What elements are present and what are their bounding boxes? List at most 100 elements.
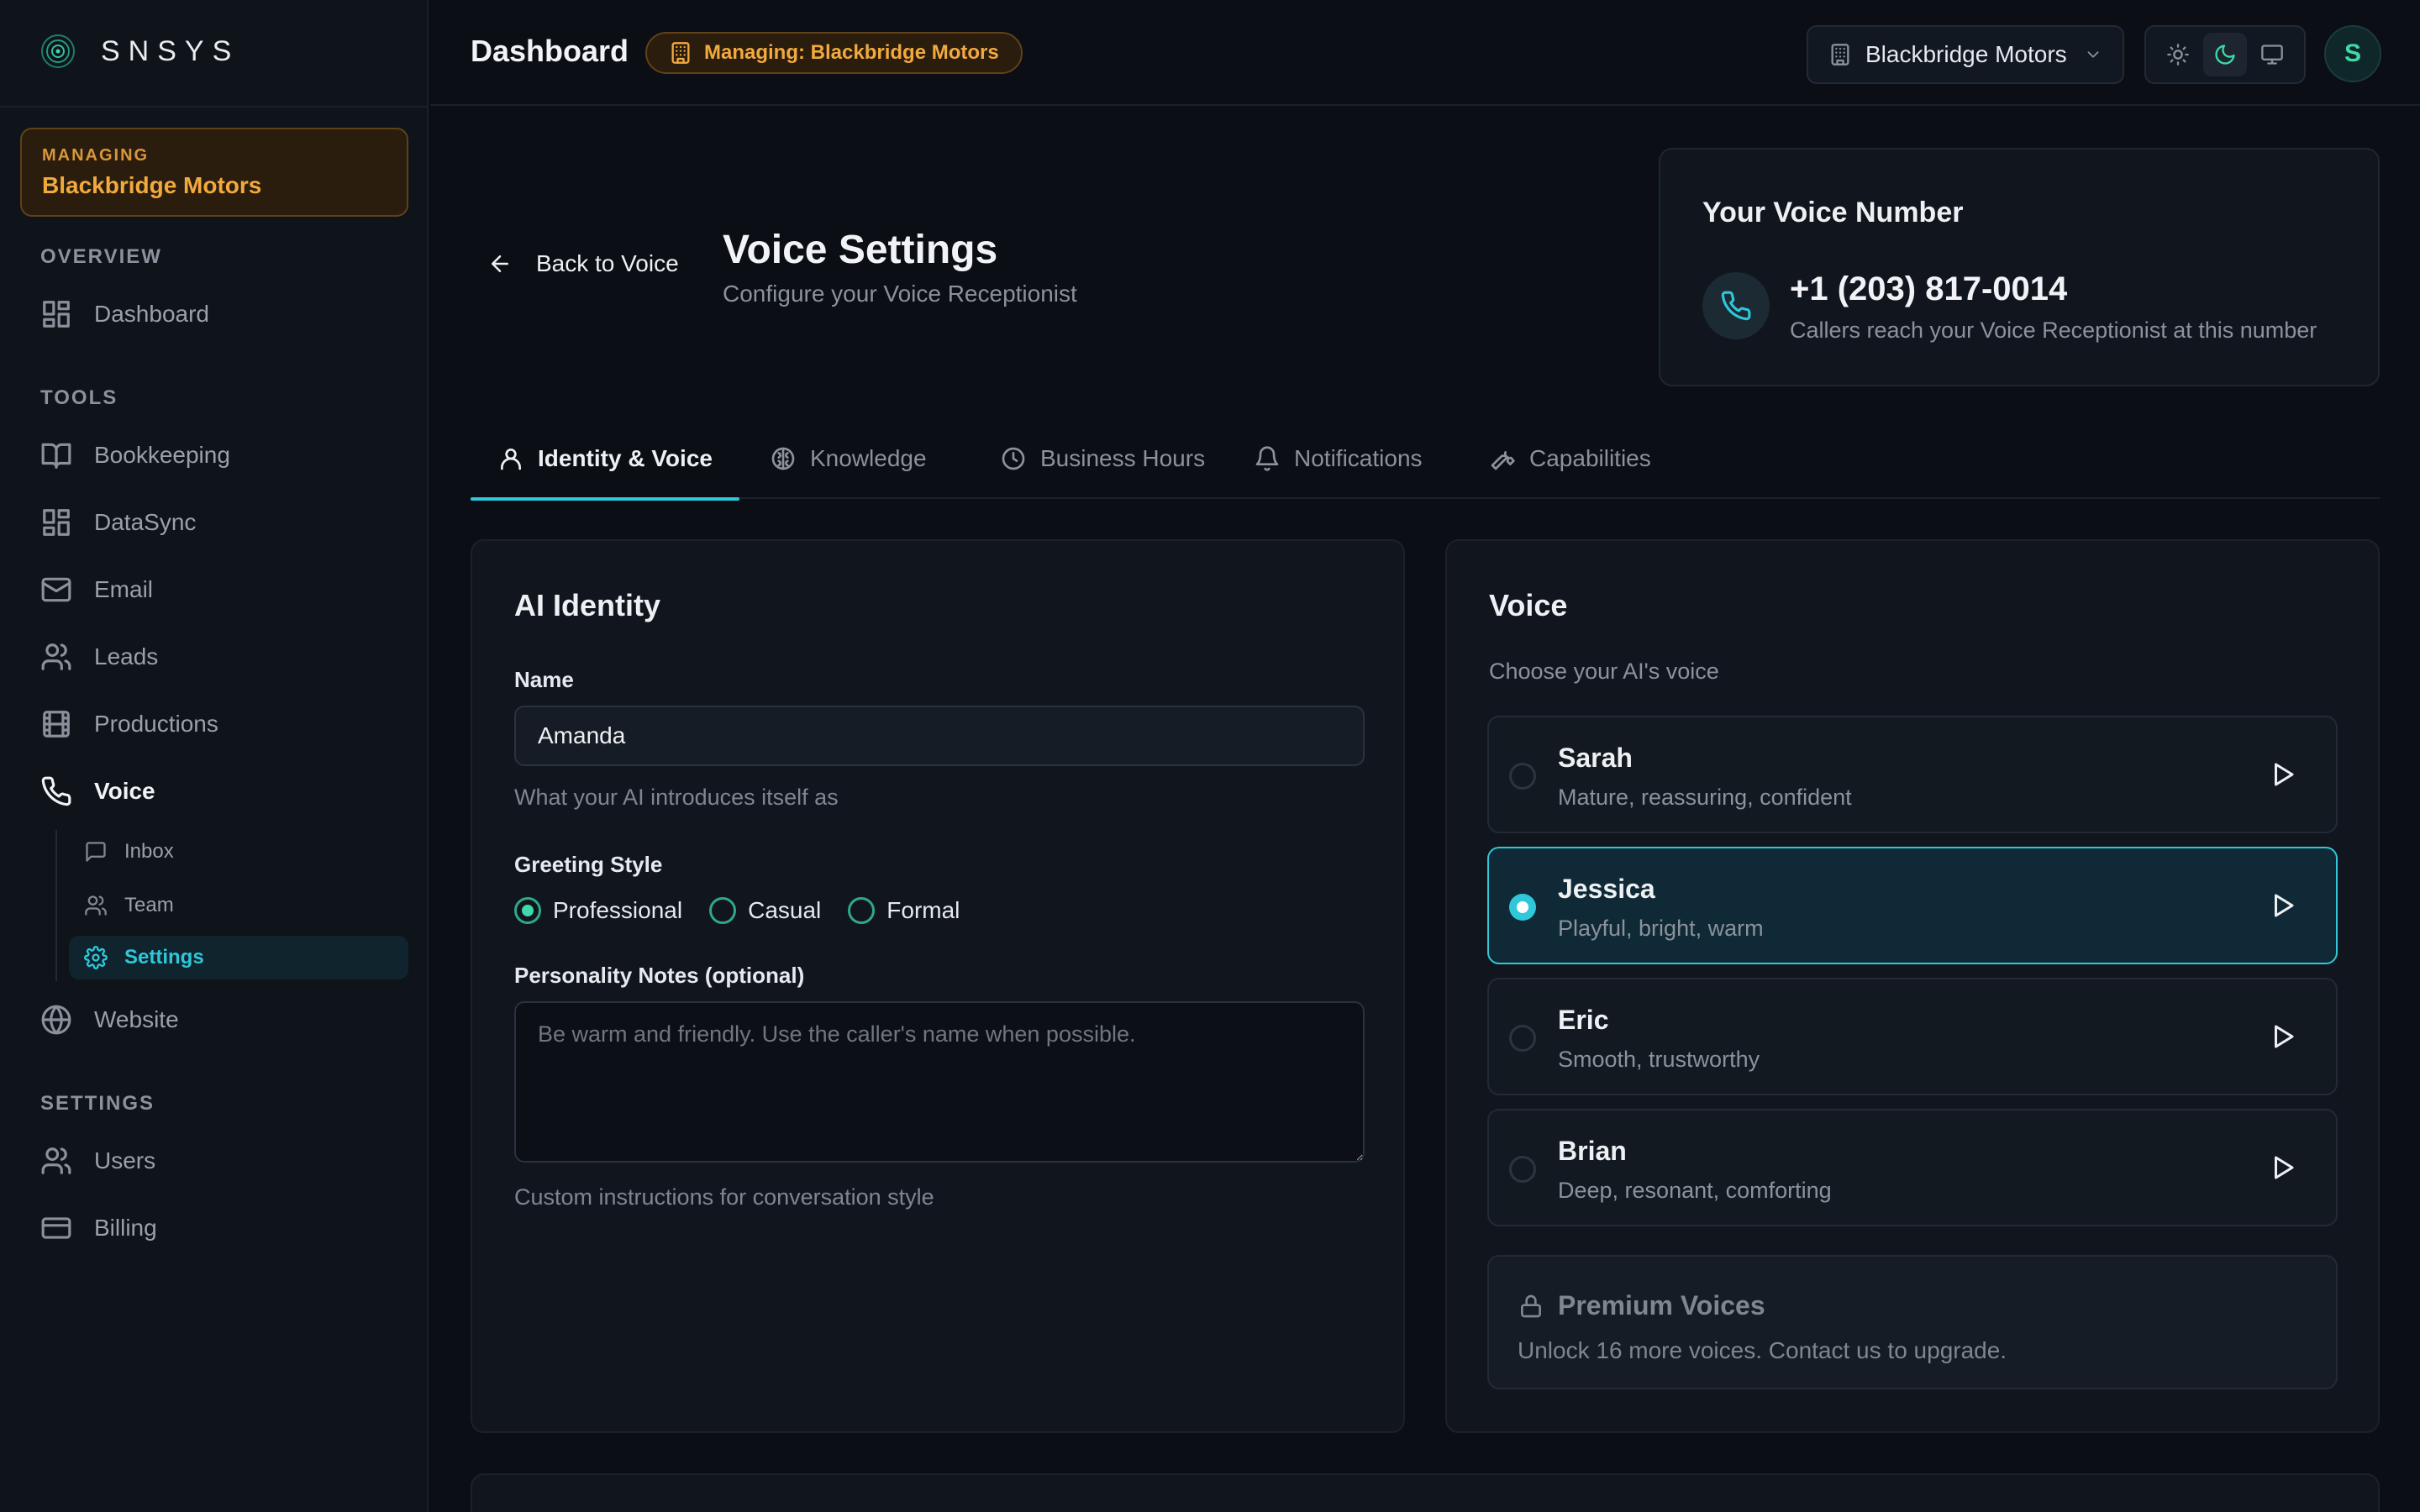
sidebar-item-label: Users: [94, 1147, 156, 1173]
voice-number-card: Your Voice Number +1 (203) 817-0014 Call…: [1659, 148, 2380, 386]
tab-identity-voice[interactable]: Identity & Voice: [471, 445, 739, 501]
voice-option-brian[interactable]: Brian Deep, resonant, comforting: [1487, 1109, 2338, 1226]
premium-voices-header: Premium Voices: [1518, 1290, 1765, 1321]
ai-identity-card: AI Identity Name What your AI introduces…: [471, 539, 1405, 1433]
name-help: What your AI introduces itself as: [514, 785, 839, 810]
radio-dot: [709, 897, 737, 924]
voice-desc: Smooth, trustworthy: [1558, 1047, 1760, 1072]
personality-notes-label: Personality Notes (optional): [514, 963, 805, 988]
subnav-line: [55, 830, 57, 981]
sidebar-item-email[interactable]: Email: [40, 571, 153, 608]
play-icon: [2275, 1025, 2294, 1048]
voice-name: Eric: [1558, 1005, 1609, 1035]
org-select[interactable]: Blackbridge Motors: [1807, 25, 2124, 84]
sidebar-subitem-label: Settings: [124, 946, 204, 969]
radar-logo-icon: [41, 34, 75, 68]
sidebar-item-label: Website: [94, 1006, 179, 1032]
theme-system-button[interactable]: [2250, 33, 2294, 76]
brand[interactable]: SNSYS: [40, 34, 239, 69]
globe-icon: [41, 1005, 71, 1035]
sun-icon: [2167, 44, 2189, 66]
voice-name: Brian: [1558, 1136, 1627, 1166]
phone-icon: [41, 776, 71, 806]
back-link-label: Back to Voice: [536, 250, 679, 276]
section-tools: TOOLS: [40, 386, 118, 409]
name-input[interactable]: [514, 706, 1365, 766]
tab-label: Business Hours: [1040, 445, 1206, 471]
sidebar-subitem-settings[interactable]: Settings: [69, 936, 408, 979]
radio-label: Casual: [748, 897, 822, 923]
radio-label: Formal: [886, 897, 960, 923]
personality-notes-help: Custom instructions for conversation sty…: [514, 1184, 934, 1210]
play-icon: [2275, 894, 2294, 917]
personality-notes-textarea[interactable]: [514, 1001, 1365, 1163]
sidebar-item-billing[interactable]: Billing: [40, 1210, 157, 1247]
wrench-icon: [1491, 451, 1515, 470]
sidebar-subitem-team[interactable]: Team: [69, 884, 408, 927]
greeting-formal-radio[interactable]: Formal: [848, 897, 960, 924]
sidebar-item-label: Bookkeeping: [94, 442, 230, 468]
sidebar-item-dashboard[interactable]: Dashboard: [40, 296, 209, 333]
film-icon: [43, 711, 70, 738]
chevron-down-icon: [2087, 51, 2099, 58]
voice-number: +1 (203) 817-0014: [1790, 270, 2068, 307]
back-to-voice-link[interactable]: Back to Voice: [487, 250, 679, 277]
managing-badge-label: Managing: Blackbridge Motors: [704, 41, 999, 64]
sidebar-subitem-inbox[interactable]: Inbox: [69, 830, 408, 874]
sidebar-item-label: Leads: [94, 643, 159, 669]
theme-dark-button[interactable]: [2203, 33, 2247, 76]
sidebar-item-website[interactable]: Website: [40, 1001, 179, 1038]
voice-option-sarah[interactable]: Sarah Mature, reassuring, confident: [1487, 716, 2338, 833]
managing-badge: Managing: Blackbridge Motors: [645, 32, 1023, 74]
voice-radio-selected: [1509, 894, 1536, 921]
sidebar-item-users[interactable]: Users: [40, 1142, 155, 1179]
tab-notifications[interactable]: Notifications: [1227, 445, 1449, 499]
brain-icon: [771, 447, 795, 470]
sidebar-item-leads[interactable]: Leads: [40, 638, 158, 675]
tab-label: Notifications: [1294, 445, 1423, 471]
avatar[interactable]: S: [2324, 25, 2381, 82]
section-overview: OVERVIEW: [40, 245, 162, 268]
tab-capabilities[interactable]: Capabilities: [1462, 445, 1678, 499]
name-label: Name: [514, 667, 574, 692]
sidebar-subitem-label: Team: [124, 894, 174, 916]
play-icon: [2275, 1156, 2294, 1179]
greeting-casual-radio[interactable]: Casual: [709, 897, 821, 924]
radio-label: Professional: [553, 897, 683, 923]
divider: [0, 106, 429, 108]
tab-label: Capabilities: [1529, 445, 1651, 471]
theme-light-button[interactable]: [2156, 33, 2200, 76]
brand-name: SNSYS: [101, 34, 240, 67]
sidebar-item-bookkeeping[interactable]: Bookkeeping: [40, 437, 230, 474]
voice-number-icon-wrap: [1702, 272, 1770, 339]
voice-option-jessica[interactable]: Jessica Playful, bright, warm: [1487, 847, 2338, 964]
greeting-style-group: Professional Casual Formal: [514, 897, 960, 924]
sidebar-item-voice[interactable]: Voice: [40, 773, 155, 810]
play-button[interactable]: [2267, 1021, 2301, 1055]
greeting-professional-radio[interactable]: Professional: [514, 897, 682, 924]
play-button[interactable]: [2267, 759, 2301, 793]
voice-radio: [1509, 1025, 1536, 1052]
sidebar-item-productions[interactable]: Productions: [40, 706, 218, 743]
tab-label: Identity & Voice: [538, 445, 713, 471]
play-button[interactable]: [2267, 1152, 2301, 1186]
managing-org: Blackbridge Motors: [42, 172, 262, 198]
users-icon: [41, 643, 71, 670]
voice-option-eric[interactable]: Eric Smooth, trustworthy: [1487, 978, 2338, 1095]
tab-business-hours[interactable]: Business Hours: [973, 445, 1232, 499]
lock-icon: [1521, 1294, 1541, 1317]
section-settings: SETTINGS: [40, 1092, 155, 1115]
grid-icon: [43, 509, 70, 536]
sidebar-item-datasync[interactable]: DataSync: [40, 504, 196, 541]
users-icon: [41, 1147, 71, 1174]
moon-icon: [2215, 45, 2235, 65]
arrow-left-icon: [492, 255, 508, 272]
sidebar-subitem-label: Inbox: [124, 840, 174, 863]
play-icon: [2275, 763, 2294, 786]
sidebar-item-label: DataSync: [94, 509, 197, 535]
play-button[interactable]: [2267, 890, 2301, 924]
tab-knowledge[interactable]: Knowledge: [743, 445, 954, 499]
managing-label: MANAGING: [42, 146, 150, 165]
settings-tabs: Identity & Voice Knowledge Business Hour…: [471, 430, 2380, 501]
header-title: Dashboard: [471, 34, 629, 68]
